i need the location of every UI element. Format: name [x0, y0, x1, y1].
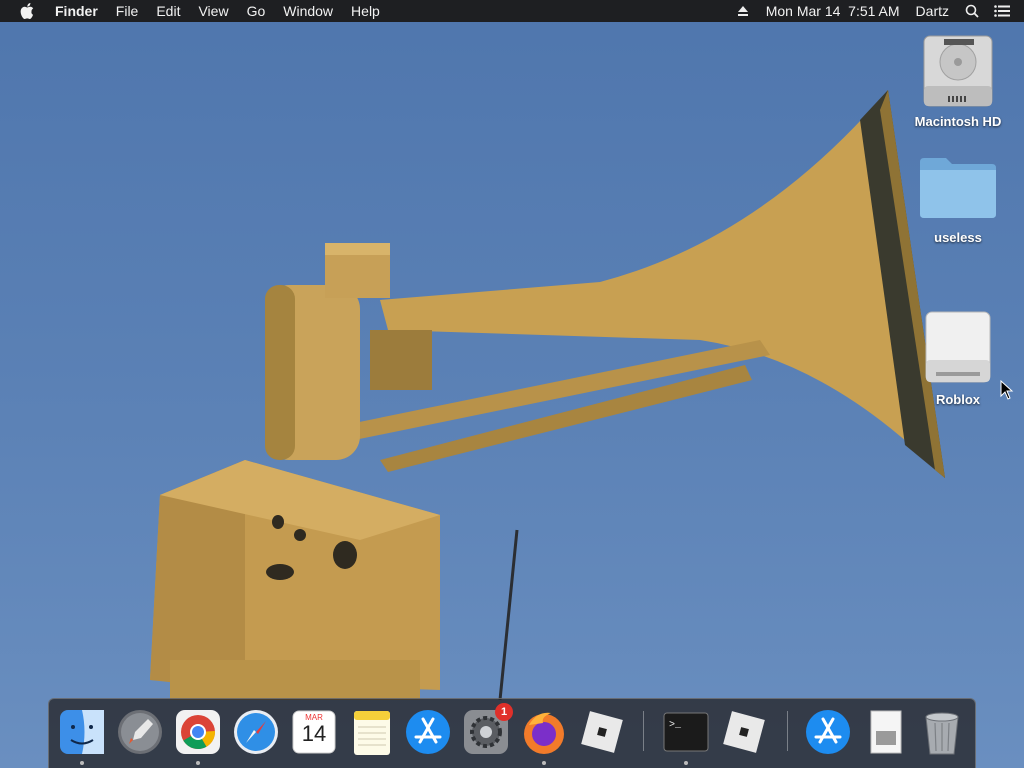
applications-folder-icon — [806, 710, 850, 754]
desktop-icon-label: useless — [934, 230, 982, 245]
dock: MAR 14 1 >_ — [48, 698, 976, 768]
menu-clock[interactable]: Mon Mar 14 7:51 AM — [758, 0, 908, 22]
terminal-icon: >_ — [663, 712, 709, 752]
menu-user[interactable]: Dartz — [908, 0, 957, 22]
dock-calendar[interactable]: MAR 14 — [289, 707, 339, 757]
launchpad-icon — [118, 710, 162, 754]
desktop-icon-roblox-drive[interactable]: Roblox — [908, 306, 1008, 407]
notification-badge: 1 — [495, 703, 513, 721]
running-indicator — [684, 761, 688, 765]
desktop-icon-label: Macintosh HD — [914, 114, 1002, 129]
roblox-studio-icon — [723, 711, 765, 753]
siren-wallpaper-image — [150, 90, 945, 701]
hard-drive-icon — [923, 35, 993, 107]
menu-edit[interactable]: Edit — [147, 0, 189, 22]
trash-icon — [925, 712, 959, 755]
safari-icon — [234, 710, 278, 754]
running-indicator — [542, 761, 546, 765]
menu-bar: Finder File Edit View Go Window Help Mon… — [0, 0, 1024, 22]
dock-roblox[interactable] — [577, 707, 627, 757]
folder-icon — [920, 158, 996, 218]
menu-app-name[interactable]: Finder — [46, 0, 107, 22]
dock-finder[interactable] — [57, 707, 107, 765]
mouse-cursor-icon — [1000, 379, 1014, 405]
apple-menu-icon[interactable] — [18, 0, 36, 22]
app-store-icon — [406, 710, 450, 754]
menu-file[interactable]: File — [107, 0, 148, 22]
desktop-icon-useless-folder[interactable]: useless — [908, 152, 1008, 245]
menu-go[interactable]: Go — [238, 0, 275, 22]
notification-center-icon[interactable] — [992, 0, 1012, 22]
calendar-day: 14 — [301, 721, 327, 746]
menu-view[interactable]: View — [189, 0, 237, 22]
desktop-wallpaper — [0, 0, 1024, 768]
chrome-icon — [176, 710, 220, 754]
desktop-icon-label: Roblox — [935, 392, 981, 407]
dock-documents-stack[interactable] — [861, 707, 911, 757]
dock-terminal[interactable]: >_ — [661, 707, 711, 765]
dock-trash[interactable] — [917, 707, 967, 757]
eject-icon[interactable] — [733, 0, 753, 22]
dock-system-preferences[interactable]: 1 — [461, 703, 513, 757]
spotlight-search-icon[interactable] — [962, 0, 982, 22]
running-indicator — [196, 761, 200, 765]
dock-chrome[interactable] — [173, 707, 223, 765]
firefox-icon — [524, 712, 564, 754]
dock-firefox[interactable] — [519, 707, 569, 765]
dock-app-store[interactable] — [403, 707, 453, 757]
dock-applications-folder[interactable] — [803, 707, 853, 757]
notes-icon — [354, 711, 390, 755]
desktop-icon-macintosh-hd[interactable]: Macintosh HD — [908, 30, 1008, 129]
documents-stack-icon — [870, 710, 902, 754]
dock-separator — [787, 711, 788, 751]
external-drive-icon — [925, 311, 991, 383]
running-indicator — [80, 761, 84, 765]
dock-notes[interactable] — [347, 707, 397, 757]
dock-launchpad[interactable] — [115, 707, 165, 757]
svg-text:>_: >_ — [669, 720, 682, 731]
finder-icon — [60, 710, 104, 754]
dock-safari[interactable] — [231, 707, 281, 757]
dock-roblox-studio[interactable] — [719, 707, 769, 757]
roblox-icon — [581, 711, 623, 753]
menu-window[interactable]: Window — [274, 0, 342, 22]
dock-separator — [643, 711, 644, 751]
menu-help[interactable]: Help — [342, 0, 389, 22]
